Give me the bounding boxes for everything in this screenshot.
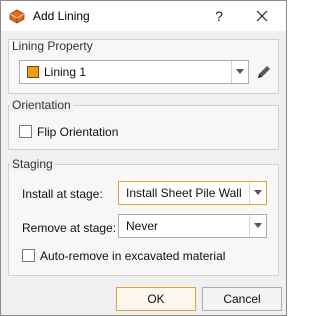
lining-property-select[interactable]: Lining 1 [19, 60, 249, 84]
install-stage-label: Install at stage: [22, 187, 103, 201]
lining-color-swatch [27, 66, 39, 78]
close-button[interactable] [249, 3, 275, 29]
chevron-down-icon [254, 190, 262, 195]
remove-stage-value: Never [126, 219, 159, 233]
lining-property-value: Lining 1 [44, 65, 87, 79]
remove-stage-dropdown-arrow[interactable] [249, 215, 266, 237]
lining-dropdown-arrow[interactable] [231, 61, 248, 83]
ok-button[interactable]: OK [116, 287, 196, 311]
remove-stage-label: Remove at stage: [22, 221, 117, 235]
install-stage-dropdown-arrow[interactable] [249, 182, 266, 204]
auto-remove-label: Auto-remove in excavated material [40, 249, 226, 263]
remove-stage-select[interactable]: Never [118, 214, 267, 238]
cancel-button[interactable]: Cancel [202, 287, 282, 311]
help-button[interactable]: ? [206, 3, 232, 29]
orientation-title: Orientation [10, 98, 73, 112]
dialog-title: Add Lining [33, 9, 90, 23]
auto-remove-checkbox[interactable] [22, 249, 35, 262]
install-stage-value: Install Sheet Pile Wall [126, 186, 242, 200]
flip-orientation-checkbox[interactable] [19, 125, 32, 138]
edit-lining-button[interactable] [255, 63, 273, 81]
app-icon [9, 8, 25, 24]
chevron-down-icon [254, 223, 262, 228]
install-stage-select[interactable]: Install Sheet Pile Wall [118, 181, 267, 205]
close-icon [256, 10, 268, 22]
add-lining-dialog: Add Lining ? Lining Property Lining 1 Or… [0, 0, 287, 316]
lining-property-title: Lining Property [12, 39, 93, 53]
flip-orientation-label: Flip Orientation [37, 125, 119, 139]
chevron-down-icon [236, 69, 244, 74]
pencil-icon [258, 66, 270, 78]
title-bar: Add Lining ? [1, 1, 286, 31]
staging-title: Staging [10, 157, 55, 171]
